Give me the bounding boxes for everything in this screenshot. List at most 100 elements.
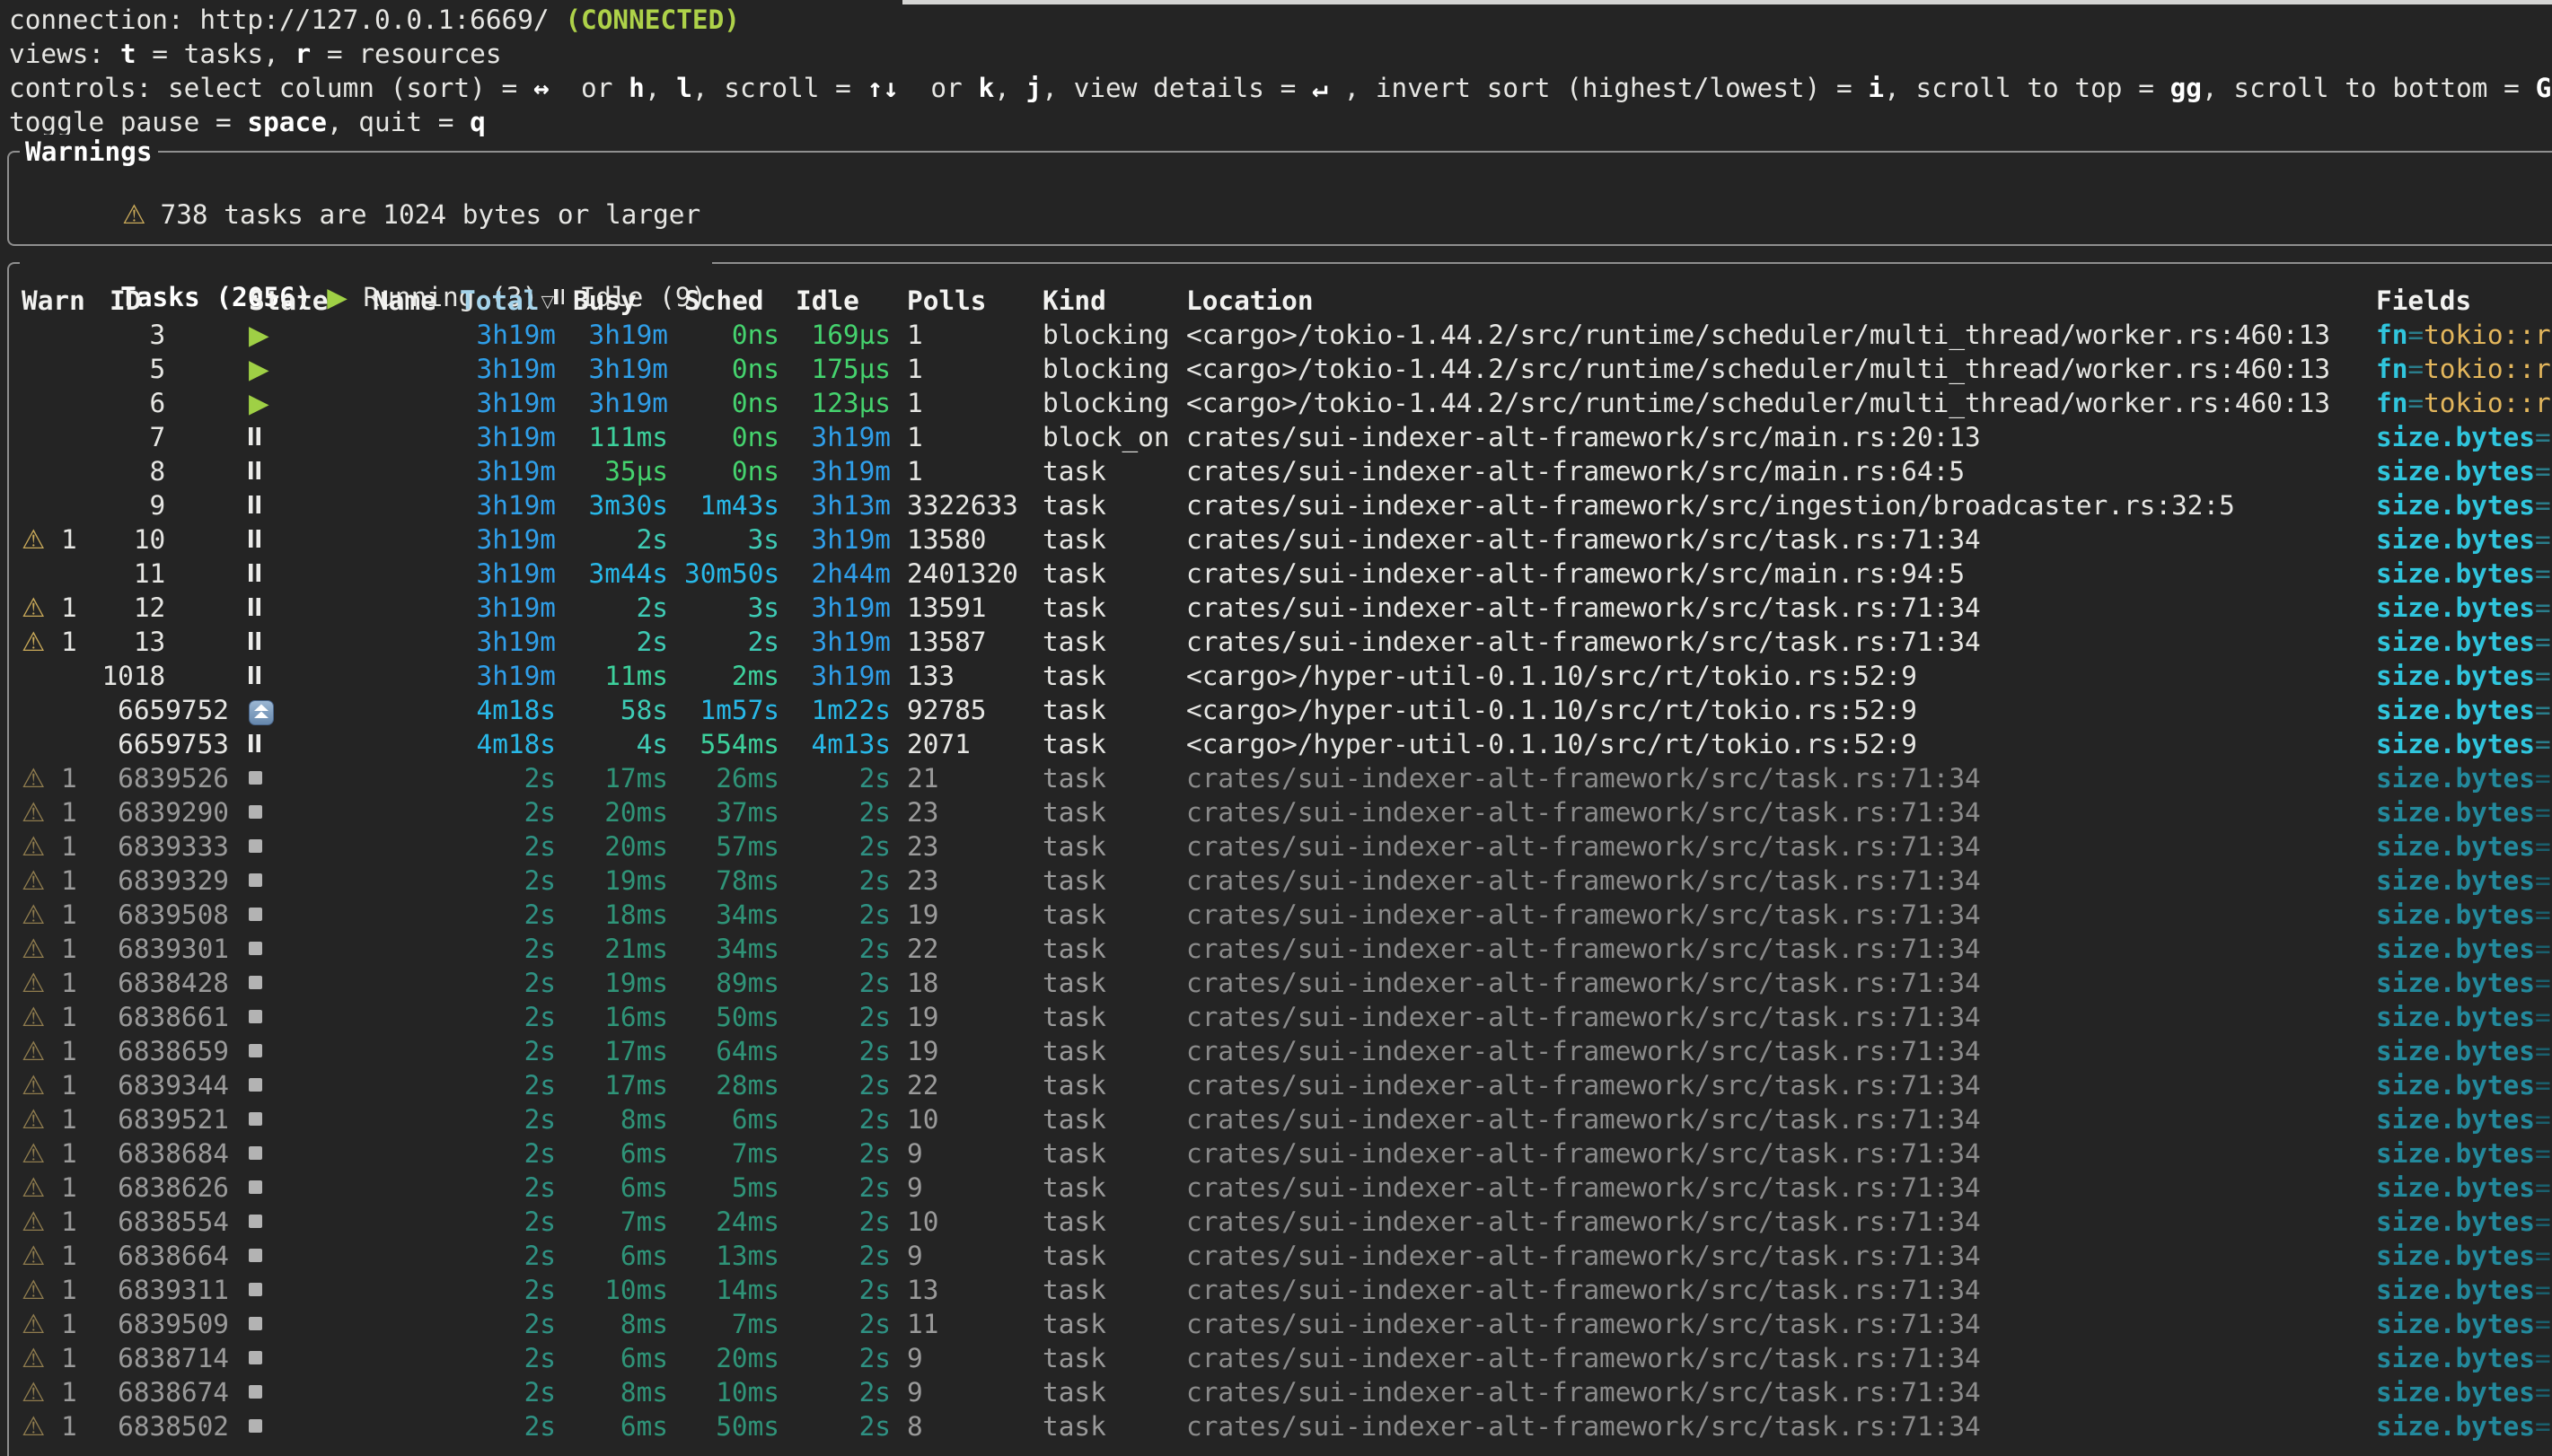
column-header-polls[interactable]: Polls bbox=[907, 284, 1034, 318]
task-row-6839526[interactable]: ⚠ 168395262s17ms26ms2s21taskcrates/sui-i… bbox=[9, 761, 2552, 795]
sort-descending-icon: ▽ bbox=[541, 292, 554, 311]
task-row-6839329[interactable]: ⚠ 168393292s19ms78ms2s23taskcrates/sui-i… bbox=[9, 864, 2552, 898]
column-header-warn[interactable]: Warn bbox=[9, 284, 99, 318]
column-header-kind[interactable]: Kind bbox=[1043, 284, 1170, 318]
task-row-6839509[interactable]: ⚠ 168395092s8ms7ms2s11taskcrates/sui-ind… bbox=[9, 1307, 2552, 1341]
field-equals: = bbox=[2535, 1002, 2551, 1032]
task-row-3[interactable]: 3 ▶3h19m3h19m0ns169µs1blocking<cargo>/to… bbox=[9, 318, 2552, 352]
column-header-state[interactable]: State bbox=[249, 284, 373, 318]
idle-cell: 3h19m bbox=[796, 625, 891, 659]
task-row-6838674[interactable]: ⚠ 168386742s8ms10ms2s9taskcrates/sui-ind… bbox=[9, 1375, 2552, 1409]
busy-cell: 3h19m bbox=[573, 386, 668, 420]
field-value: tokio::r bbox=[2424, 320, 2551, 350]
field-equals: = bbox=[2407, 388, 2424, 418]
column-header-id[interactable]: ID bbox=[99, 284, 229, 318]
task-row-11[interactable]: 11 3h19m3m44s30m50s2h44m2401320taskcrate… bbox=[9, 557, 2552, 591]
task-row-5[interactable]: 5 ▶3h19m3h19m0ns175µs1blocking<cargo>/to… bbox=[9, 352, 2552, 386]
paused-icon bbox=[249, 496, 260, 513]
total-cell: 2s bbox=[460, 1205, 556, 1239]
task-row-6838626[interactable]: ⚠ 168386262s6ms5ms2s9taskcrates/sui-inde… bbox=[9, 1171, 2552, 1205]
name-cell bbox=[373, 864, 460, 898]
task-row-6839333[interactable]: ⚠ 168393332s20ms57ms2s23taskcrates/sui-i… bbox=[9, 829, 2552, 864]
completed-icon bbox=[249, 839, 262, 853]
controls-segment: gg bbox=[2170, 73, 2202, 103]
task-row-6838428[interactable]: ⚠ 168384282s19ms89ms2s18taskcrates/sui-i… bbox=[9, 966, 2552, 1000]
duration-value: 2s bbox=[859, 865, 891, 896]
duration-value: 2s bbox=[859, 1241, 891, 1271]
task-row-6659752[interactable]: 66597524m18s58s1m57s1m22s92785task<cargo… bbox=[9, 693, 2552, 727]
warning-icon: ⚠ bbox=[22, 1104, 45, 1135]
task-row-7[interactable]: 7 3h19m111ms0ns3h19m1block_oncrates/sui-… bbox=[9, 420, 2552, 454]
sched-cell: 1m57s bbox=[684, 693, 779, 727]
column-header-idle[interactable]: Idle bbox=[796, 284, 891, 318]
task-row-6839301[interactable]: ⚠ 168393012s21ms34ms2s22taskcrates/sui-i… bbox=[9, 932, 2552, 966]
task-row-6838554[interactable]: ⚠ 168385542s7ms24ms2s10taskcrates/sui-in… bbox=[9, 1205, 2552, 1239]
field-key: size.bytes bbox=[2376, 1241, 2535, 1271]
task-row-6838664[interactable]: ⚠ 168386642s6ms13ms2s9taskcrates/sui-ind… bbox=[9, 1239, 2552, 1273]
task-row-1018[interactable]: 1018 3h19m11ms2ms3h19m133task<cargo>/hyp… bbox=[9, 659, 2552, 693]
column-header-sched[interactable]: Sched bbox=[684, 284, 779, 318]
location-cell: crates/sui-indexer-alt-framework/src/tas… bbox=[1186, 932, 2360, 966]
warn-cell: ⚠ 1 bbox=[9, 1068, 99, 1102]
id-cell: 6839344 bbox=[99, 1068, 229, 1102]
state-cell bbox=[249, 1239, 373, 1273]
fields-cell: size.bytes= bbox=[2376, 761, 2552, 795]
duration-value: 2s bbox=[859, 1309, 891, 1339]
task-row-6839311[interactable]: ⚠ 168393112s10ms14ms2s13taskcrates/sui-i… bbox=[9, 1273, 2552, 1307]
warn-cell bbox=[9, 454, 99, 488]
task-row-6839344[interactable]: ⚠ 168393442s17ms28ms2s22taskcrates/sui-i… bbox=[9, 1068, 2552, 1102]
task-row-6839290[interactable]: ⚠ 168392902s20ms37ms2s23taskcrates/sui-i… bbox=[9, 795, 2552, 829]
column-header-fields[interactable]: Fields bbox=[2376, 284, 2552, 318]
completed-icon bbox=[249, 1112, 262, 1126]
controls-segment: , view details = bbox=[1042, 73, 1312, 103]
name-cell bbox=[373, 522, 460, 557]
state-cell: ▶ bbox=[249, 318, 373, 352]
total-cell: 2s bbox=[460, 1375, 556, 1409]
controls-segment: i bbox=[1868, 73, 1884, 103]
task-row-13[interactable]: ⚠ 113 3h19m2s2s3h19m13587taskcrates/sui-… bbox=[9, 625, 2552, 659]
kind-cell: block_on bbox=[1043, 420, 1170, 454]
column-header-total[interactable]: Total▽ bbox=[460, 284, 556, 318]
kind-cell: task bbox=[1043, 1239, 1170, 1273]
task-row-6[interactable]: 6 ▶3h19m3h19m0ns123µs1blocking<cargo>/to… bbox=[9, 386, 2552, 420]
warn-cell: ⚠ 1 bbox=[9, 1273, 99, 1307]
task-row-6659753[interactable]: 66597534m18s4s554ms4m13s2071task<cargo>/… bbox=[9, 727, 2552, 761]
task-row-6838684[interactable]: ⚠ 168386842s6ms7ms2s9taskcrates/sui-inde… bbox=[9, 1136, 2552, 1171]
duration-value: 6ms bbox=[620, 1411, 668, 1442]
task-row-6838661[interactable]: ⚠ 168386612s16ms50ms2s19taskcrates/sui-i… bbox=[9, 1000, 2552, 1034]
column-header-name[interactable]: Name bbox=[373, 284, 460, 318]
polls-cell: 19 bbox=[907, 1034, 1034, 1068]
controls-segment: h bbox=[629, 73, 645, 103]
polls-cell: 13587 bbox=[907, 625, 1034, 659]
task-row-6838714[interactable]: ⚠ 168387142s6ms20ms2s9taskcrates/sui-ind… bbox=[9, 1341, 2552, 1375]
duration-value: 2s bbox=[524, 934, 556, 964]
task-row-6839521[interactable]: ⚠ 168395212s8ms6ms2s10taskcrates/sui-ind… bbox=[9, 1102, 2552, 1136]
task-row-12[interactable]: ⚠ 112 3h19m2s3s3h19m13591taskcrates/sui-… bbox=[9, 591, 2552, 625]
polls-cell: 1 bbox=[907, 386, 1034, 420]
column-header-busy[interactable]: Busy bbox=[573, 284, 668, 318]
location-cell: crates/sui-indexer-alt-framework/src/ing… bbox=[1186, 488, 2360, 522]
state-cell bbox=[249, 625, 373, 659]
task-row-10[interactable]: ⚠ 110 3h19m2s3s3h19m13580taskcrates/sui-… bbox=[9, 522, 2552, 557]
sched-cell: 0ns bbox=[684, 386, 779, 420]
polls-cell: 23 bbox=[907, 795, 1034, 829]
location-cell: crates/sui-indexer-alt-framework/src/tas… bbox=[1186, 1273, 2360, 1307]
id-cell: 6659752 bbox=[99, 693, 229, 727]
fields-cell: size.bytes= bbox=[2376, 1205, 2552, 1239]
task-row-9[interactable]: 9 3h19m3m30s1m43s3h13m3322633taskcrates/… bbox=[9, 488, 2552, 522]
task-row-8[interactable]: 8 3h19m35µs0ns3h19m1taskcrates/sui-index… bbox=[9, 454, 2552, 488]
task-row-6838659[interactable]: ⚠ 168386592s17ms64ms2s19taskcrates/sui-i… bbox=[9, 1034, 2552, 1068]
polls-cell: 10 bbox=[907, 1102, 1034, 1136]
total-cell: 3h19m bbox=[460, 625, 556, 659]
kind-cell: task bbox=[1043, 1034, 1170, 1068]
idle-cell: 4m13s bbox=[796, 727, 891, 761]
warning-icon: ⚠ bbox=[22, 627, 45, 657]
column-header-location[interactable]: Location bbox=[1186, 284, 2360, 318]
task-row-6838502[interactable]: ⚠ 168385022s6ms50ms2s8taskcrates/sui-ind… bbox=[9, 1409, 2552, 1443]
duration-value: 3h19m bbox=[477, 661, 556, 691]
location-cell: crates/sui-indexer-alt-framework/src/tas… bbox=[1186, 1171, 2360, 1205]
fields-cell: size.bytes= bbox=[2376, 727, 2552, 761]
location-cell: crates/sui-indexer-alt-framework/src/tas… bbox=[1186, 1000, 2360, 1034]
connection-line: connection: http://127.0.0.1:6669/ (CONN… bbox=[9, 3, 2551, 37]
task-row-6839508[interactable]: ⚠ 168395082s18ms34ms2s19taskcrates/sui-i… bbox=[9, 898, 2552, 932]
